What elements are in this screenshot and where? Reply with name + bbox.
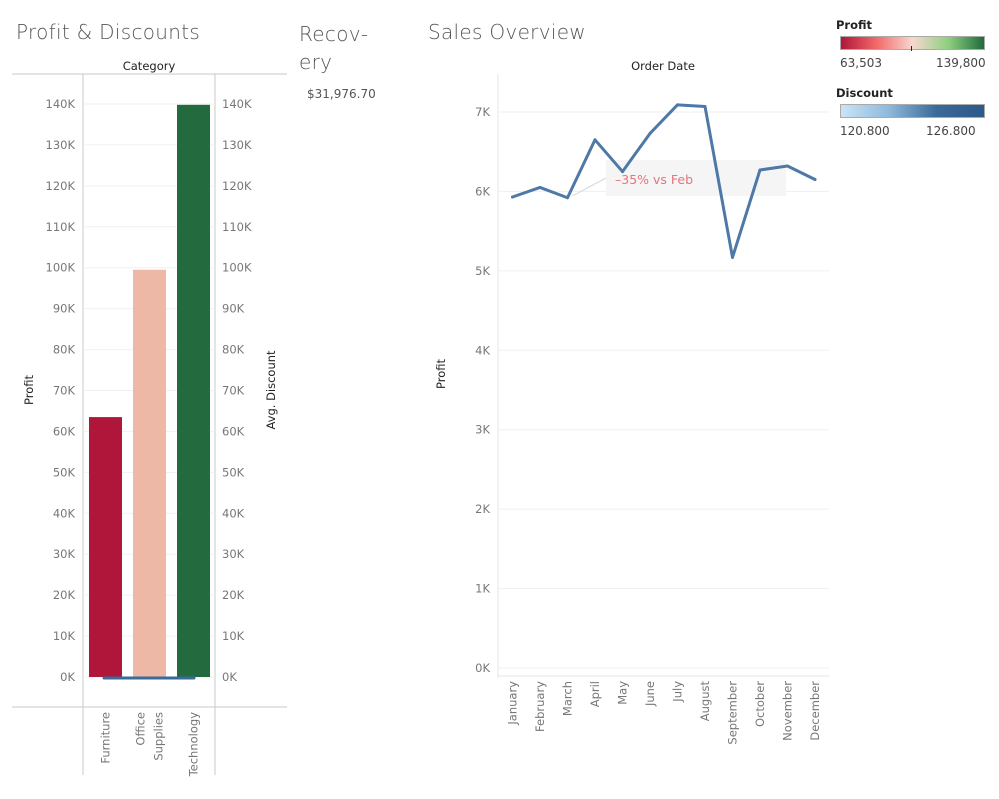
month-label: June <box>643 681 657 707</box>
bar-right-tick-label: 100K <box>222 261 252 275</box>
month-label: October <box>753 681 767 727</box>
line-point-7 <box>703 104 707 108</box>
annotation-text: –35% vs Feb <box>615 172 693 187</box>
bar-right-tick-label: 60K <box>222 424 245 438</box>
bar-right-tick-label: 120K <box>222 179 252 193</box>
month-label: March <box>561 681 575 716</box>
line-point-1 <box>538 185 542 189</box>
bar-right-tick-label: 0K <box>222 670 237 684</box>
bar-right-tick-label: 20K <box>222 588 245 602</box>
bar-0 <box>89 417 122 677</box>
bar-category-label: Office Supplies <box>134 712 166 761</box>
line-tick-label: 4K <box>475 343 490 357</box>
bar-left-tick-label: 120K <box>46 179 76 193</box>
bar-left-tick-label: 110K <box>46 220 76 234</box>
bar-left-tick-label: 0K <box>60 670 75 684</box>
bar-category-label: Furniture <box>99 712 113 764</box>
line-point-2 <box>566 196 569 200</box>
line-tick-label: 2K <box>475 502 490 516</box>
bar-y-axis-title: Profit <box>22 375 36 405</box>
bar-1 <box>133 269 166 677</box>
month-label: January <box>506 681 520 726</box>
line-point-11 <box>813 178 817 182</box>
line-point-10 <box>786 164 789 168</box>
month-label: December <box>808 681 822 741</box>
line-tick-label: 7K <box>475 105 490 119</box>
bar-left-tick-label: 130K <box>46 138 76 152</box>
bar-left-tick-label: 80K <box>53 343 76 357</box>
month-label: November <box>781 681 795 741</box>
bar-right-tick-label: 110K <box>222 220 252 234</box>
bar-right-tick-label: 70K <box>222 384 245 398</box>
line-point-3 <box>593 138 597 142</box>
bar-left-tick-label: 50K <box>53 465 76 479</box>
line-tick-label: 1K <box>475 582 490 596</box>
bar-left-tick-label: 60K <box>53 424 76 438</box>
line-point-0 <box>511 195 514 199</box>
bar-category-label: Technology <box>187 712 201 778</box>
bar-header-label: Category <box>123 59 176 73</box>
bar-right-tick-label: 130K <box>222 138 252 152</box>
bar-left-tick-label: 10K <box>53 629 76 643</box>
month-label: August <box>698 681 712 722</box>
bar-left-tick-label: 100K <box>46 261 76 275</box>
bar-y2-axis-title: Avg. Discount <box>264 350 278 430</box>
bar-left-tick-label: 20K <box>53 588 76 602</box>
annotation-leader-line <box>572 177 607 197</box>
bar-right-tick-label: 140K <box>222 97 252 111</box>
line-point-5 <box>648 131 652 135</box>
line-point-6 <box>676 103 679 107</box>
bar-right-tick-label: 80K <box>222 343 245 357</box>
line-tick-label: 6K <box>475 184 490 198</box>
month-label: July <box>671 681 685 703</box>
line-point-8 <box>731 255 734 259</box>
month-label: February <box>533 681 547 732</box>
line-point-9 <box>758 168 762 172</box>
bar-right-tick-label: 10K <box>222 629 245 643</box>
month-label: April <box>588 681 602 707</box>
month-label: May <box>616 681 630 705</box>
bar-left-tick-label: 30K <box>53 547 76 561</box>
line-header-label: Order Date <box>631 59 695 73</box>
line-tick-label: 5K <box>475 264 490 278</box>
line-tick-label: 3K <box>475 423 490 437</box>
line-point-4 <box>621 170 624 174</box>
bar-left-tick-label: 140K <box>46 97 76 111</box>
bar-right-tick-label: 30K <box>222 547 245 561</box>
bar-right-tick-label: 90K <box>222 302 245 316</box>
month-label: September <box>726 681 740 745</box>
charts-canvas: Category 0K 0K 10K 10K 20K 20K 30K 30K 40K 40K 50K 5… <box>12 59 829 778</box>
line-tick-label: 0K <box>475 661 490 675</box>
bar-left-tick-label: 40K <box>53 506 76 520</box>
line-y-axis-title: Profit <box>434 359 448 389</box>
bar-left-tick-label: 70K <box>53 384 76 398</box>
bar-left-tick-label: 90K <box>53 302 76 316</box>
bar-right-tick-label: 50K <box>222 465 245 479</box>
bar-2 <box>177 104 210 677</box>
bar-right-tick-label: 40K <box>222 506 245 520</box>
